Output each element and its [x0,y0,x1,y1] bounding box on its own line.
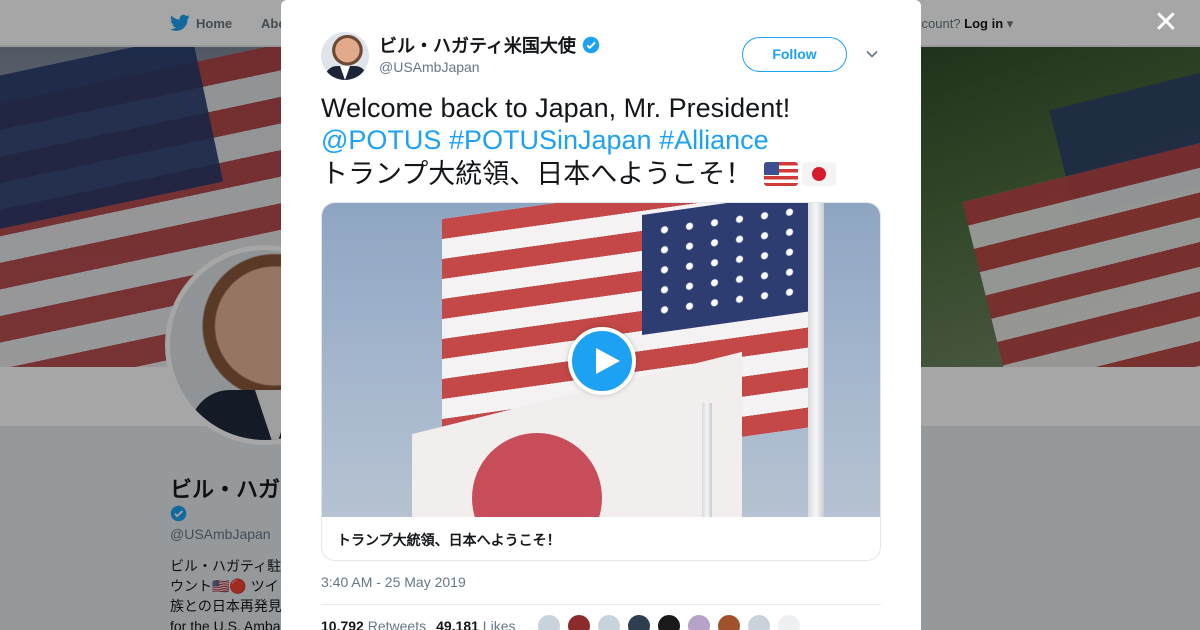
liker-avatar[interactable] [537,614,561,630]
tweet-text-line: Welcome back to Japan, Mr. President! [321,93,791,123]
tweet-text: Welcome back to Japan, Mr. President! @P… [321,92,891,190]
liker-avatars [537,614,801,630]
liker-avatar[interactable] [657,614,681,630]
tweet-stats: 10,792 Retweets 49,181 Likes [321,618,515,630]
us-flag-emoji-icon [763,162,798,186]
hashtag-link[interactable]: #Alliance [659,125,769,155]
close-icon[interactable]: ✕ [1152,8,1180,38]
retweets-stat[interactable]: 10,792 Retweets [321,618,426,630]
retweets-label: Retweets [367,618,427,630]
video-card[interactable]: トランプ大統領、日本へようこそ！ [321,202,881,561]
video-card-caption: トランプ大統領、日本へようこそ！ [337,532,561,548]
tweet-modal: ビル・ハガティ米国大使 @USAmbJapan Follow Welcome b… [281,0,921,630]
japan-flag-emoji-icon [801,162,836,186]
liker-avatar[interactable] [687,614,711,630]
likes-stat[interactable]: 49,181 Likes [436,618,515,630]
video-thumbnail[interactable] [322,203,880,517]
liker-avatar[interactable] [627,614,651,630]
likes-count: 49,181 [436,618,479,630]
liker-avatar[interactable] [717,614,741,630]
liker-avatar[interactable] [777,614,801,630]
author-name-text: ビル・ハガティ米国大使 [379,36,576,56]
tweet-text-japanese: トランプ大統領、日本へようこそ！ [321,159,753,189]
tweet-author-handle[interactable]: @USAmbJapan [379,59,480,75]
hashtag-link[interactable]: #POTUSinJapan [449,125,652,155]
tweet-text-line: トランプ大統領、日本へようこそ！ [321,158,891,190]
thumbnail-flagpole [702,403,712,517]
mention-link[interactable]: @POTUS [321,125,441,155]
chevron-down-icon[interactable] [864,46,880,62]
retweets-count: 10,792 [321,618,364,630]
tweet-timestamp[interactable]: 3:40 AM - 25 May 2019 [321,574,466,590]
thumbnail-flagpole [808,203,824,517]
likes-label: Likes [482,618,516,630]
liker-avatar[interactable] [567,614,591,630]
follow-button[interactable]: Follow [742,37,847,72]
verified-badge-icon [582,36,600,54]
liker-avatar[interactable] [597,614,621,630]
divider [321,604,881,605]
tweet-author-avatar[interactable] [321,32,369,80]
liker-avatar[interactable] [747,614,771,630]
play-icon[interactable] [568,327,636,395]
tweet-text-links: @POTUS #POTUSinJapan #Alliance [321,124,891,156]
tweet-author-name[interactable]: ビル・ハガティ米国大使 [379,32,600,58]
